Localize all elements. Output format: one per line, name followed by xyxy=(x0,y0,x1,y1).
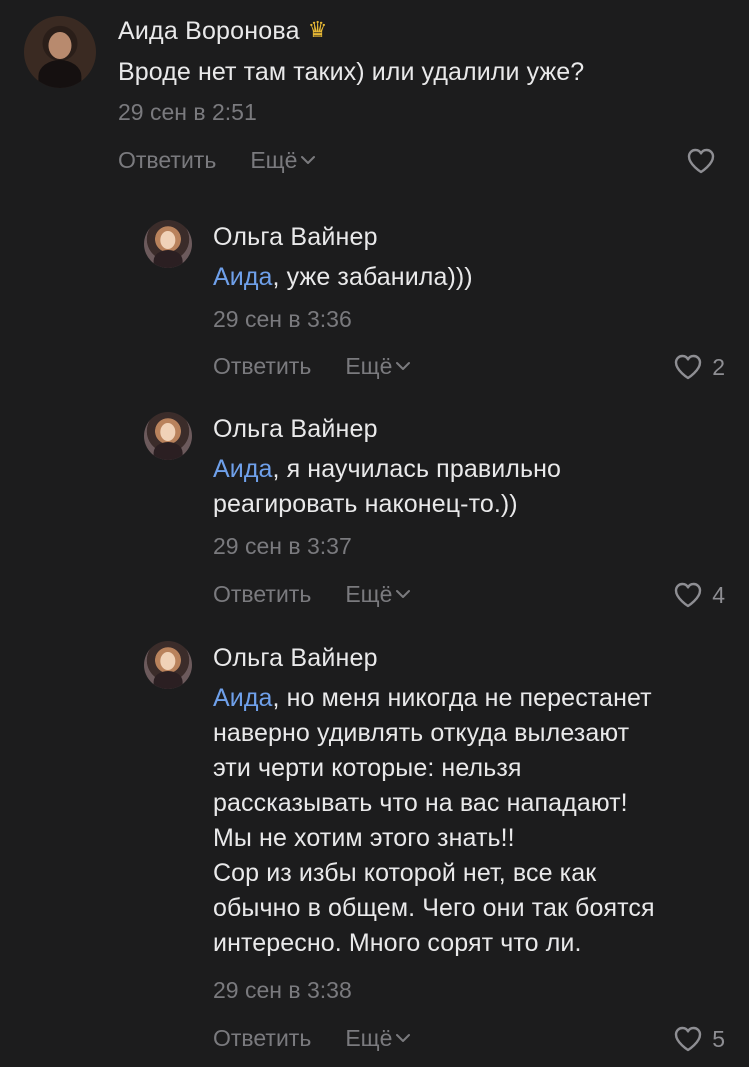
avatar-face xyxy=(160,422,176,441)
comment-text-line: Сор из избы которой нет, все как xyxy=(213,859,597,887)
comment-author[interactable]: Ольга Вайнер xyxy=(213,644,378,673)
heart-icon xyxy=(675,354,702,380)
like-button[interactable]: 4 xyxy=(674,580,725,610)
comment-text-line: рассказывать что на вас нападают! xyxy=(213,789,628,817)
heart-icon xyxy=(675,582,702,608)
avatar-face xyxy=(48,31,72,60)
heart-icon xyxy=(675,1026,702,1052)
comment-text-line: реагировать наконец-то.)) xyxy=(213,490,518,518)
avatar[interactable] xyxy=(24,16,96,88)
more-label: Ещё xyxy=(345,581,393,607)
comment-text-content: , уже забанила))) xyxy=(272,263,473,291)
avatar-body xyxy=(38,59,82,88)
comment-actions: Ответить Ещё xyxy=(118,147,316,174)
comment-text: Аида, но меня никогда не перестанет наве… xyxy=(213,681,655,961)
comment-text: Аида, уже забанила))) xyxy=(213,260,473,295)
avatar[interactable] xyxy=(144,220,192,268)
reply-button[interactable]: Ответить xyxy=(213,353,311,380)
like-count: 4 xyxy=(712,581,725,608)
chevron-down-icon xyxy=(396,1034,411,1042)
comment-text-line: эти черти которые: нельзя xyxy=(213,754,522,782)
comment-text: Вроде нет там таких) или удалили уже? xyxy=(118,55,584,90)
avatar-body xyxy=(153,671,183,689)
comment-text-content: , я научилась правильно xyxy=(272,455,562,483)
comment-text-line: Вроде нет там таких) или удалили уже? xyxy=(118,58,585,86)
comment-actions: Ответить Ещё xyxy=(213,581,411,608)
comment-text-line: обычно в общем. Чего они так боятся xyxy=(213,894,655,922)
comment-actions: Ответить Ещё xyxy=(213,353,411,380)
chevron-down-icon xyxy=(396,362,411,370)
like-button[interactable] xyxy=(687,146,725,176)
comment-text-line: Аида, но меня никогда не перестанет xyxy=(213,681,655,716)
comment-text-line: Аида, я научилась правильно xyxy=(213,452,561,487)
reply-button[interactable]: Ответить xyxy=(213,1025,311,1052)
comment-author[interactable]: Аида Воронова ♛ xyxy=(118,17,328,46)
comment-actions: Ответить Ещё xyxy=(213,1025,411,1052)
like-button[interactable]: 2 xyxy=(674,352,725,382)
comment-text-line: наверно удивлять откуда вылезают xyxy=(213,719,630,747)
comment-text-content: , но меня никогда не перестанет xyxy=(272,684,652,712)
more-button[interactable]: Ещё xyxy=(345,1025,411,1052)
avatar[interactable] xyxy=(144,641,192,689)
comment-text-line: интересно. Много сорят что ли. xyxy=(213,929,582,957)
mention-link[interactable]: Аида xyxy=(213,455,273,483)
comment-author[interactable]: Ольга Вайнер xyxy=(213,223,378,252)
more-button[interactable]: Ещё xyxy=(345,353,411,380)
more-button[interactable]: Ещё xyxy=(345,581,411,608)
avatar-body xyxy=(153,250,183,268)
comment-text-line: Аида, уже забанила))) xyxy=(213,260,473,295)
avatar-body xyxy=(153,442,183,460)
chevron-down-icon xyxy=(396,590,411,598)
comment-timestamp[interactable]: 29 сен в 3:36 xyxy=(213,306,352,333)
comment-author[interactable]: Ольга Вайнер xyxy=(213,415,378,444)
mention-link[interactable]: Аида xyxy=(213,263,273,291)
avatar-face xyxy=(160,651,176,670)
reply-button[interactable]: Ответить xyxy=(213,581,311,608)
avatar[interactable] xyxy=(144,412,192,460)
more-label: Ещё xyxy=(345,1025,393,1051)
chevron-down-icon xyxy=(301,156,316,164)
comment-timestamp[interactable]: 29 сен в 2:51 xyxy=(118,99,257,126)
comment-timestamp[interactable]: 29 сен в 3:37 xyxy=(213,533,352,560)
like-count: 2 xyxy=(712,353,725,380)
reply-button[interactable]: Ответить xyxy=(118,147,216,174)
more-label: Ещё xyxy=(345,353,393,379)
comment-text: Аида, я научилась правильно реагировать … xyxy=(213,452,561,522)
like-button[interactable]: 5 xyxy=(674,1024,725,1054)
author-name[interactable]: Аида Воронова xyxy=(118,17,300,45)
comment-text-line: Мы не хотим этого знать!! xyxy=(213,824,515,852)
heart-icon xyxy=(687,148,715,174)
more-button[interactable]: Ещё xyxy=(250,147,316,174)
like-count: 5 xyxy=(712,1025,725,1052)
mention-link[interactable]: Аида xyxy=(213,684,273,712)
avatar-face xyxy=(160,230,176,249)
comment-timestamp[interactable]: 29 сен в 3:38 xyxy=(213,977,352,1004)
more-label: Ещё xyxy=(250,147,298,173)
crown-icon: ♛ xyxy=(307,17,328,42)
